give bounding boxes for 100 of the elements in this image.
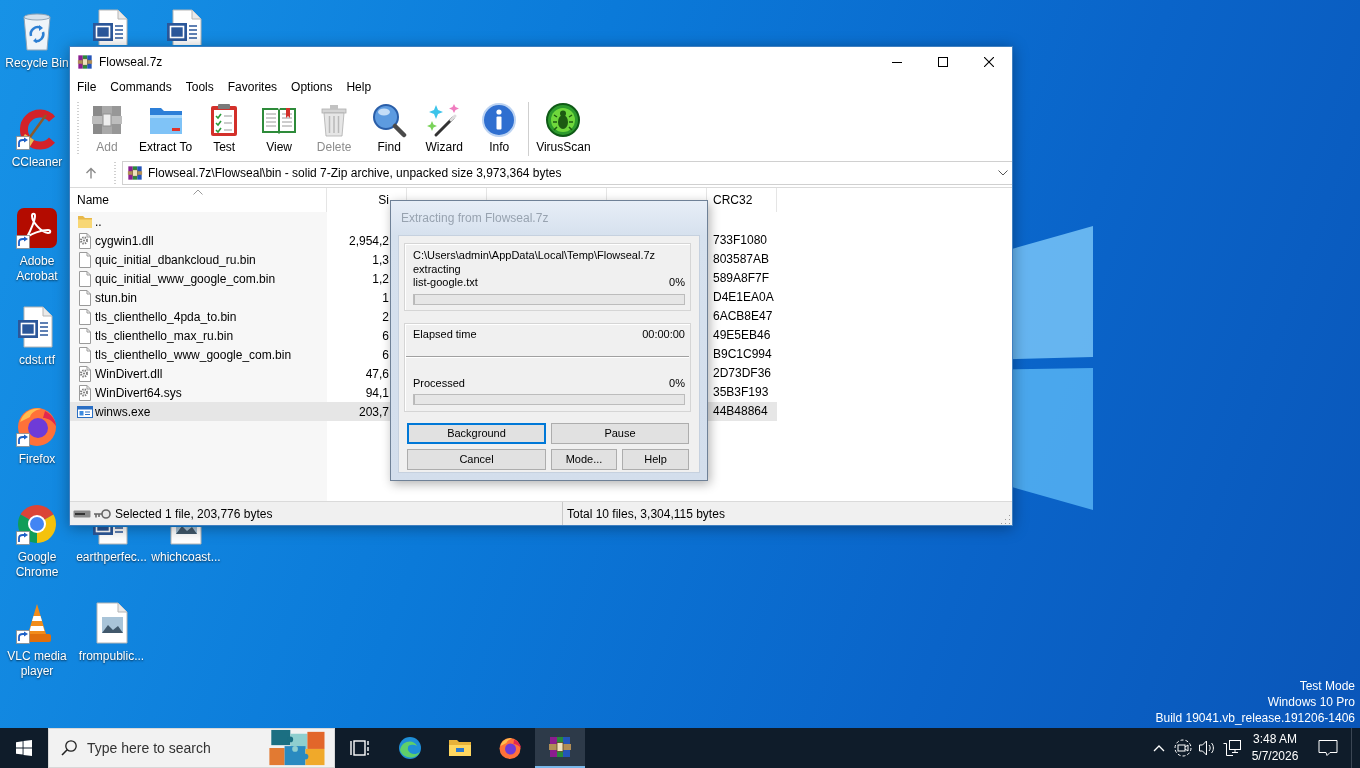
menu-item[interactable]: Commands: [103, 78, 179, 96]
percent-text: 0%: [669, 377, 685, 391]
desktop-icon-label[interactable]: cdst.rtf: [19, 353, 55, 368]
system-file-icon: [77, 384, 93, 401]
file-row[interactable]: stun.bin 1: [70, 288, 390, 307]
taskbar-button[interactable]: [535, 728, 585, 768]
menu-item[interactable]: Tools: [178, 78, 221, 96]
file-icon: [77, 346, 93, 363]
chevron-up-icon[interactable]: [1153, 744, 1165, 752]
size-cell: 2,954,2: [348, 233, 389, 248]
file-row[interactable]: quic_initial_dbankcloud_ru.bin 1,3: [70, 250, 390, 269]
browser-swirl-icon: [398, 736, 422, 760]
menu-item[interactable]: Favorites: [220, 78, 285, 96]
browser-logo-icon: [498, 736, 522, 760]
crc-cell-text: 6ACB8E47: [712, 308, 774, 325]
disk-drive-icon: [73, 508, 91, 519]
current-file-text: list-google.txt: [413, 276, 478, 290]
desktop-icon-label[interactable]: VLC media player: [5, 649, 69, 679]
crc-cell-text: 2D73DF36: [712, 365, 773, 382]
file-icon: [77, 327, 93, 344]
dropdown-caret-icon[interactable]: [998, 170, 1008, 176]
file-row[interactable]: tls_clienthello_www_google_com.bin 6: [70, 345, 390, 364]
cancel-button[interactable]: Cancel: [407, 448, 546, 470]
desktop-icon-label[interactable]: Google Chrome: [5, 550, 69, 580]
file-name-cell: quic_initial_dbankcloud_ru.bin: [95, 252, 256, 267]
crc-cell-text: 49E5EB46: [712, 327, 772, 344]
crc-cell-text: 589A8F7F: [712, 270, 771, 287]
clock-date[interactable]: 5/7/2026: [1251, 748, 1299, 765]
desktop-icon-label[interactable]: earthperfec...: [76, 550, 147, 565]
search-field[interactable]: Type here to search: [48, 728, 335, 768]
file-row[interactable]: quic_initial_www_google_com.bin 1,2: [70, 269, 390, 288]
info-button[interactable]: Info: [473, 99, 526, 157]
sort-caret-icon: [193, 189, 203, 195]
toolbar-grip-icon[interactable]: [76, 102, 80, 156]
desktop-icon-label[interactable]: Adobe Acrobat: [5, 254, 69, 284]
file-row[interactable]: ..: [70, 212, 390, 231]
file-row[interactable]: cygwin1.dll 2,954,2: [70, 231, 390, 250]
browser-logo-icon[interactable]: [15, 502, 59, 546]
pdf-logo-icon[interactable]: [15, 206, 59, 250]
processed-label: Processed: [413, 377, 465, 391]
crc-cell-text: D4E1EA0A: [712, 289, 775, 306]
file-row[interactable]: WinDivert.dll 47,6: [70, 364, 390, 383]
menu-item[interactable]: File: [70, 78, 104, 96]
desktop-icon-label[interactable]: whichcoast...: [151, 550, 221, 565]
toolbar-grip-icon[interactable]: [113, 162, 117, 184]
network-icon[interactable]: [1223, 739, 1241, 757]
speaker-icon[interactable]: [1198, 739, 1216, 757]
size-cell: 1: [382, 290, 389, 305]
find-button[interactable]: Find: [363, 99, 416, 157]
wizard-button[interactable]: Wizard: [418, 99, 471, 157]
mode-button[interactable]: Mode...: [551, 448, 617, 470]
menu-item[interactable]: Options: [284, 78, 340, 96]
file-name-cell: WinDivert64.sys: [95, 385, 182, 400]
file-name-cell: stun.bin: [95, 290, 138, 305]
camera-icon[interactable]: [1174, 739, 1192, 757]
program-file-icon: [77, 403, 93, 420]
pause-button[interactable]: Pause: [551, 422, 689, 444]
bug-icon: [545, 102, 582, 138]
file-row[interactable]: tls_clienthello_4pda_to.bin 2: [70, 307, 390, 326]
file-name-cell: ..: [95, 214, 102, 229]
crc-cell-text: 733F1080: [712, 232, 769, 249]
file-name-cell: cygwin1.dll: [95, 233, 154, 248]
file-row[interactable]: winws.exe 203,7: [70, 402, 390, 421]
file-icon: [77, 289, 93, 306]
system-file-icon: [77, 232, 93, 249]
info-icon: [481, 102, 518, 138]
size-cell: 47,6: [365, 366, 389, 381]
view-button[interactable]: View: [253, 99, 306, 157]
size-cell: 6: [382, 328, 389, 343]
column-header[interactable]: Name: [70, 188, 327, 212]
virus-scan-button[interactable]: VirusScan: [533, 99, 594, 157]
background-button[interactable]: Background: [407, 422, 546, 444]
status-text: Total 10 files, 3,304,115 bytes: [567, 506, 725, 521]
file-name-cell: tls_clienthello_www_google_com.bin: [95, 347, 292, 362]
help-button[interactable]: Help: [622, 448, 689, 470]
menu-item[interactable]: Help: [339, 78, 379, 96]
resize-grip-icon[interactable]: [999, 513, 1011, 525]
size-cell: 1,2: [372, 271, 389, 286]
size-cell: 6: [382, 347, 389, 362]
crc-cell: 44B48864: [707, 402, 777, 421]
action-text: extracting: [413, 262, 462, 276]
windows-logo-icon: [16, 740, 32, 756]
status-text: Selected 1 file, 203,776 bytes: [115, 506, 273, 521]
file-row[interactable]: WinDivert64.sys 94,1: [70, 383, 390, 402]
search-icon: [371, 102, 408, 138]
system-info-text: Build 19041.vb_release.191206-1406: [1155, 710, 1355, 726]
desktop-icon-label[interactable]: frompublic...: [78, 649, 145, 664]
notification-icon[interactable]: [1318, 739, 1338, 757]
test-button[interactable]: Test: [198, 99, 251, 157]
window-title: Flowseal.7z: [99, 55, 163, 69]
file-icon: [77, 251, 93, 268]
extract-to-button[interactable]: Extract To: [136, 99, 196, 157]
size-cell: 203,7: [358, 404, 389, 419]
clock-time[interactable]: 3:48 AM: [1253, 731, 1297, 748]
path-field[interactable]: Flowseal.7z\Flowseal\bin - solid 7-Zip archive, unpacked size 3,973,364 bytes: [122, 161, 1012, 185]
dialog-title: Extracting from Flowseal.7z: [400, 210, 550, 227]
desktop-icon-label[interactable]: Firefox: [18, 452, 56, 467]
file-row[interactable]: tls_clienthello_max_ru.bin 6: [70, 326, 390, 345]
maximize-icon: [938, 57, 948, 67]
file-name-cell: winws.exe: [95, 404, 151, 419]
